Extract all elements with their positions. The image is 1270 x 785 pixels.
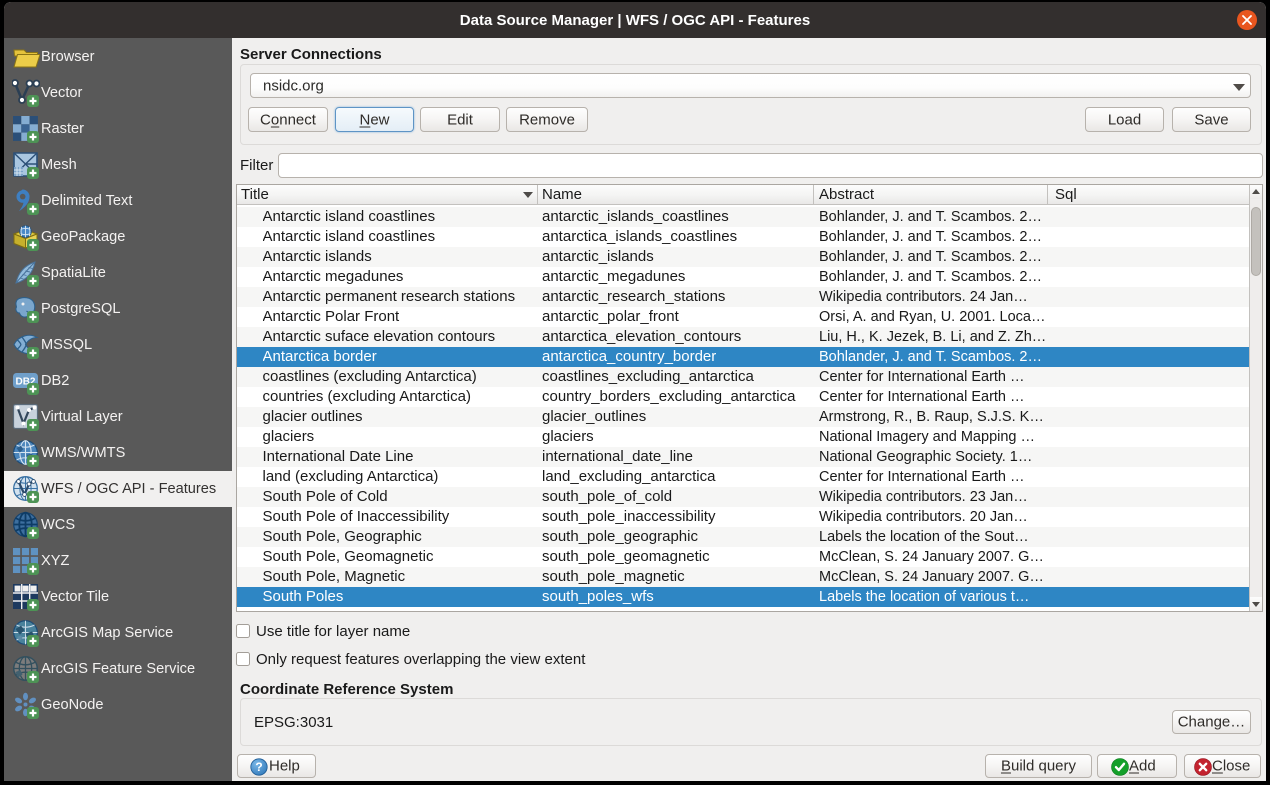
svg-text:?: ?: [255, 760, 262, 774]
